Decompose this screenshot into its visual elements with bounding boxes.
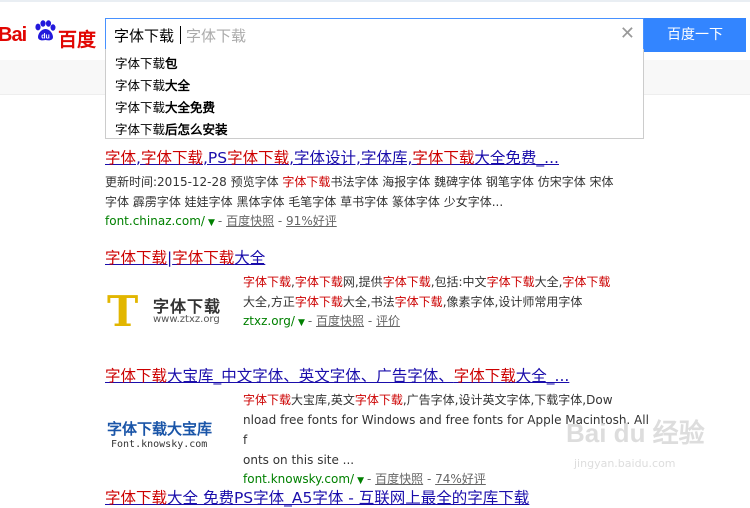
rating-link[interactable]: 91%好评 xyxy=(286,214,337,228)
suggestion-item[interactable]: 字体下载大全 xyxy=(115,75,190,94)
dropdown-arrow-icon[interactable]: ▼ xyxy=(298,318,305,328)
result-url: font.knowsky.com/ xyxy=(243,472,355,486)
suggestion-dropdown: 字体下载包 字体下载大全 字体下载大全免费 字体下载后怎么安装 xyxy=(105,49,644,139)
result-thumbnail[interactable]: 字体下载大宝库 Font.knowsky.com xyxy=(107,418,237,458)
search-input[interactable]: 字体下载 字体下载 ✕ xyxy=(105,18,644,52)
search-result: 字体下载|字体下载大全 xyxy=(105,246,665,268)
search-placeholder: 字体下载 xyxy=(186,27,247,45)
search-result: 字体,字体下载,PS字体下载,字体设计,字体库,字体下载大全免费_... 更新时… xyxy=(105,146,665,232)
snapshot-link[interactable]: 百度快照 xyxy=(375,472,423,486)
result-title-link[interactable]: 字体,字体下载,PS字体下载,字体设计,字体库,字体下载大全免费_... xyxy=(105,146,665,168)
suggestion-prefix: 字体下载 xyxy=(115,100,166,115)
result-url: ztxz.org/ xyxy=(243,314,295,328)
thumbnail-url: www.ztxz.org xyxy=(153,314,220,325)
search-result: 字体下载大全 免费PS字体_A5字体 - 互联网上最全的字库下载 xyxy=(105,486,665,508)
rating-link[interactable]: 74%好评 xyxy=(435,472,486,486)
watermark-sub: jingyan.baidu.com xyxy=(574,457,676,470)
result-abstract: 字体下载,字体下载网,提供字体下载,包括:中文字体下载大全,字体下载 大全,方正… xyxy=(243,275,611,309)
watermark: Bai du 经验 jingyan.baidu.com xyxy=(566,413,705,470)
result-title-link[interactable]: 字体下载|字体下载大全 xyxy=(105,246,665,268)
suggestion-prefix: 字体下载 xyxy=(115,78,166,93)
thumbnail-url: Font.knowsky.com xyxy=(111,439,208,450)
logo-text-baidu: 百度 xyxy=(58,29,97,51)
search-button[interactable]: 百度一下 xyxy=(644,18,746,52)
suggestion-suffix: 大全免费 xyxy=(165,100,216,115)
svg-text:du: du xyxy=(41,34,50,41)
result-url-row: font.chinaz.com/▼ - 百度快照 - 91%好评 xyxy=(105,214,337,228)
suggestion-item[interactable]: 字体下载后怎么安装 xyxy=(115,119,228,138)
thumbnail-title: 字体下载大宝库 xyxy=(107,420,213,438)
suggestion-suffix: 后怎么安装 xyxy=(165,122,228,137)
suggestion-prefix: 字体下载 xyxy=(115,122,166,137)
result-body: 字体下载,字体下载网,提供字体下载,包括:中文字体下载大全,字体下载 大全,方正… xyxy=(243,272,653,332)
snapshot-link[interactable]: 百度快照 xyxy=(226,214,274,228)
suggestion-suffix: 大全 xyxy=(165,78,191,93)
paw-icon: du xyxy=(35,20,56,41)
watermark-main: Bai du 经验 xyxy=(566,418,705,448)
thumbnail-logo-letter: T xyxy=(107,287,139,336)
search-result: 字体下载大宝库_中文字体、英文字体、广告字体、字体下载大全_... xyxy=(105,364,665,386)
logo-text-bai: Bai xyxy=(0,24,27,46)
rating-link[interactable]: 评价 xyxy=(376,314,400,328)
suggestion-item[interactable]: 字体下载包 xyxy=(115,53,178,72)
result-url: font.chinaz.com/ xyxy=(105,214,205,228)
clear-icon[interactable]: ✕ xyxy=(620,23,635,44)
baidu-logo[interactable]: Bai du 百度 xyxy=(0,12,100,52)
result-url-row: ztxz.org/▼ - 百度快照 - 评价 xyxy=(243,314,401,328)
result-title-link[interactable]: 字体下载大全 免费PS字体_A5字体 - 互联网上最全的字库下载 xyxy=(105,486,665,508)
dropdown-arrow-icon[interactable]: ▼ xyxy=(357,476,364,486)
search-query-text: 字体下载 xyxy=(114,27,175,45)
text-caret xyxy=(180,26,181,44)
dropdown-arrow-icon[interactable]: ▼ xyxy=(208,218,215,228)
result-thumbnail[interactable]: T 字体下载 www.ztxz.org xyxy=(107,287,237,337)
suggestion-item[interactable]: 字体下载大全免费 xyxy=(115,97,215,116)
suggestion-suffix: 包 xyxy=(165,56,178,71)
suggestion-prefix: 字体下载 xyxy=(115,56,166,71)
result-abstract: 更新时间:2015-12-28 预览字体 字体下载书法字体 海报字体 魏碑字体 … xyxy=(105,175,614,209)
result-title-link[interactable]: 字体下载大宝库_中文字体、英文字体、广告字体、字体下载大全_... xyxy=(105,364,665,386)
snapshot-link[interactable]: 百度快照 xyxy=(316,314,364,328)
